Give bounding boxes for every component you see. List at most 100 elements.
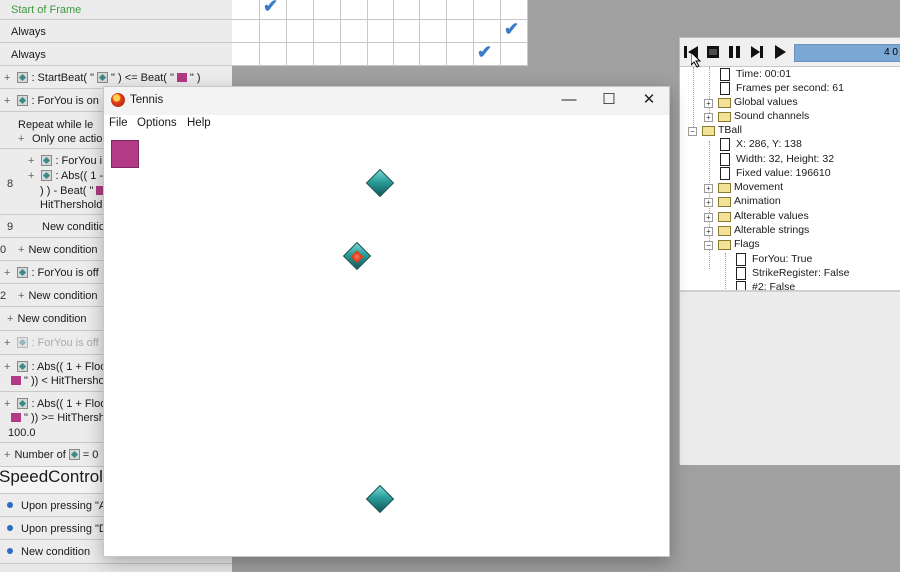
event-label: ) ) - Beat( " <box>40 185 94 197</box>
tree-label: TBall <box>718 124 742 136</box>
grid-cell[interactable] <box>314 20 341 43</box>
expand-icon[interactable]: + <box>704 213 713 222</box>
maximize-button[interactable]: ☐ <box>589 87 629 115</box>
grid-cell[interactable] <box>232 20 260 43</box>
grid-cell[interactable] <box>447 20 474 43</box>
expand-icon[interactable]: + <box>704 99 713 108</box>
expand-icon[interactable]: + <box>4 95 10 107</box>
tree-label: Sound channels <box>734 110 810 122</box>
event-label: " ) <box>189 72 201 84</box>
event-label: : Abs(( 1 + Floor <box>31 398 110 410</box>
grid-cell[interactable] <box>447 0 474 20</box>
grid-cell[interactable] <box>394 20 420 43</box>
event-label: " ) <= Beat( " <box>111 72 174 84</box>
minimize-button[interactable]: — <box>549 87 589 115</box>
grid-cell[interactable] <box>474 0 501 20</box>
menu-options[interactable]: Options <box>137 117 177 129</box>
grid-cell[interactable] <box>232 43 260 66</box>
pause-icon[interactable] <box>726 44 744 60</box>
grid-cell[interactable] <box>420 43 447 66</box>
event-row-always-2[interactable]: Always <box>0 43 232 66</box>
debugger-tree[interactable]: Time: 00:01 Frames per second: 61 + Glob… <box>680 66 900 290</box>
debugger-panel: 4 0 Time: 00:01 Frames per second: 61 + … <box>679 37 900 465</box>
folder-icon <box>718 98 731 108</box>
game-canvas[interactable] <box>104 135 669 556</box>
expand-icon[interactable]: + <box>704 113 713 122</box>
expand-icon[interactable]: + <box>704 198 713 207</box>
grid-cell[interactable] <box>260 43 287 66</box>
expand-icon[interactable]: + <box>18 131 24 147</box>
expand-icon[interactable]: + <box>28 155 34 167</box>
expand-icon[interactable]: + <box>4 398 10 410</box>
grid-cell[interactable] <box>287 20 314 43</box>
expand-icon[interactable]: + <box>28 170 34 182</box>
grid-cell[interactable] <box>287 0 314 20</box>
document-icon <box>720 167 730 180</box>
grid-cell[interactable] <box>368 43 394 66</box>
grid-cell[interactable] <box>501 43 528 66</box>
event-label: : Abs(( 1 + Floor <box>31 361 110 373</box>
new-condition[interactable]: New condition <box>17 313 86 325</box>
stop-icon[interactable] <box>704 44 722 60</box>
debugger-progress-bar: 4 0 <box>794 44 900 62</box>
expand-icon[interactable]: + <box>4 361 10 373</box>
new-condition[interactable]: New condition <box>21 546 90 558</box>
grid-cell[interactable] <box>447 43 474 66</box>
tree-label: Frames per second: 61 <box>736 82 844 94</box>
menu-help[interactable]: Help <box>187 117 211 129</box>
step-icon[interactable] <box>748 44 766 60</box>
expand-icon[interactable]: + <box>4 337 10 349</box>
grid-cell[interactable] <box>420 0 447 20</box>
play-icon[interactable] <box>771 44 789 60</box>
grid-cell[interactable] <box>368 0 394 20</box>
grid-cell[interactable] <box>232 0 260 20</box>
title-bar[interactable]: Tennis — ☐ ✕ <box>104 87 669 115</box>
grid-cell[interactable] <box>394 43 420 66</box>
collapse-icon[interactable]: − <box>688 127 697 136</box>
expand-icon[interactable]: + <box>704 184 713 193</box>
paddle-object-icon <box>176 73 187 82</box>
new-condition[interactable]: New condition <box>28 244 97 256</box>
tree-line <box>693 67 694 127</box>
grid-cell[interactable] <box>341 43 368 66</box>
grid-cell[interactable] <box>341 0 368 20</box>
grid-cell[interactable] <box>368 20 394 43</box>
grid-cell[interactable] <box>287 43 314 66</box>
grid-cell[interactable] <box>314 0 341 20</box>
grid-cell[interactable] <box>341 20 368 43</box>
grid-cell[interactable] <box>420 20 447 43</box>
checkmark-icon[interactable]: ✔ <box>477 42 492 63</box>
expand-icon[interactable]: + <box>4 72 10 84</box>
paddle-object-icon <box>11 376 21 385</box>
event-row-start-of-frame[interactable]: Start of Frame <box>0 0 232 20</box>
new-condition[interactable]: New condition <box>42 219 111 235</box>
expand-icon[interactable]: + <box>18 290 24 302</box>
paddle-square <box>111 140 139 168</box>
close-button[interactable]: ✕ <box>629 87 669 115</box>
grid-cell[interactable] <box>394 0 420 20</box>
expand-icon[interactable]: + <box>704 227 713 236</box>
event-row-always-1[interactable]: Always <box>0 20 232 43</box>
expand-icon[interactable]: + <box>4 449 10 461</box>
grid-cell[interactable] <box>501 0 528 20</box>
object-icon <box>68 449 80 460</box>
menu-file[interactable]: File <box>109 117 128 129</box>
mouse-cursor-icon <box>691 52 701 68</box>
grid-cell[interactable] <box>260 20 287 43</box>
expand-icon[interactable]: + <box>18 244 24 256</box>
event-label: : StartBeat( " <box>31 72 95 84</box>
event-grid[interactable]: ✔ ✔ ✔ <box>232 0 528 66</box>
new-condition[interactable]: New condition <box>28 290 97 302</box>
collapse-icon[interactable]: − <box>704 241 713 250</box>
tree-label: ForYou: True <box>752 253 813 265</box>
tree-label: Animation <box>734 195 781 207</box>
expand-icon[interactable]: + <box>7 313 13 325</box>
event-label: Always <box>11 49 46 61</box>
event-label: : Abs(( 1 - <box>55 170 104 182</box>
object-icon <box>97 72 109 83</box>
checkmark-icon[interactable]: ✔ <box>263 0 278 17</box>
checkmark-icon[interactable]: ✔ <box>504 19 519 40</box>
expand-icon[interactable]: + <box>4 267 10 279</box>
grid-cell[interactable] <box>314 43 341 66</box>
grid-cell[interactable] <box>474 20 501 43</box>
